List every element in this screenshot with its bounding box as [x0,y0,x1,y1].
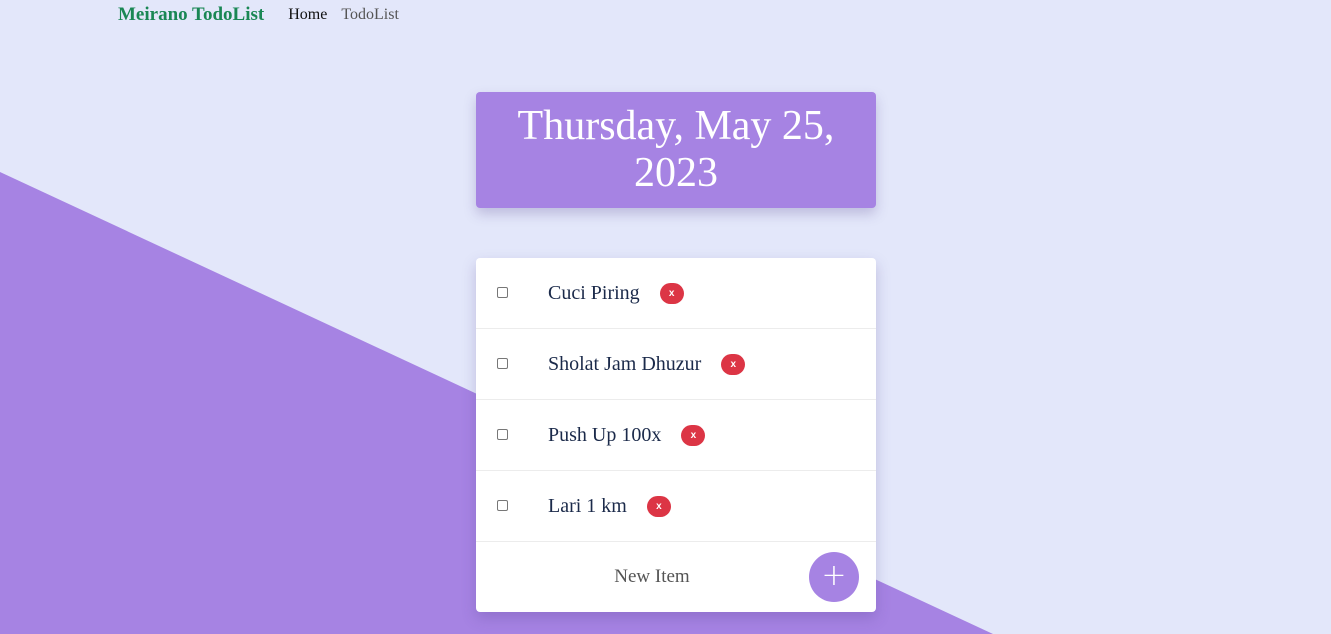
plus-icon: + [821,557,847,593]
nav-link-home[interactable]: Home [288,6,327,24]
delete-button[interactable]: x [721,354,746,375]
delete-button[interactable]: x [646,496,671,517]
brand-logo[interactable]: Meirano TodoList [118,4,264,26]
delete-button[interactable]: x [659,283,684,304]
navbar: Meirano TodoList Home TodoList [118,0,413,30]
todo-item: Cuci Piring x [476,258,876,329]
todo-item-label: Cuci Piring [548,282,640,304]
date-title: Thursday, May 25, 2023 [517,103,835,196]
delete-button[interactable]: x [681,425,706,446]
todo-item: Lari 1 km x [476,471,876,542]
date-header-card: Thursday, May 25, 2023 [476,92,876,208]
todo-item-label: Sholat Jam Dhuzur [548,353,702,375]
todo-list-card: Cuci Piring x Sholat Jam Dhuzur x Push U… [476,258,876,612]
nav-link-todolist[interactable]: TodoList [341,6,399,24]
todo-checkbox[interactable] [497,429,508,440]
todo-checkbox[interactable] [497,287,508,298]
new-item-input[interactable] [476,542,828,612]
todo-checkbox[interactable] [497,500,508,511]
todo-checkbox[interactable] [497,358,508,369]
add-item-button[interactable]: + [809,552,859,602]
todo-item-label: Push Up 100x [548,424,662,446]
todo-item: Push Up 100x x [476,400,876,471]
todo-item: Sholat Jam Dhuzur x [476,329,876,400]
todo-item-label: Lari 1 km [548,495,627,517]
